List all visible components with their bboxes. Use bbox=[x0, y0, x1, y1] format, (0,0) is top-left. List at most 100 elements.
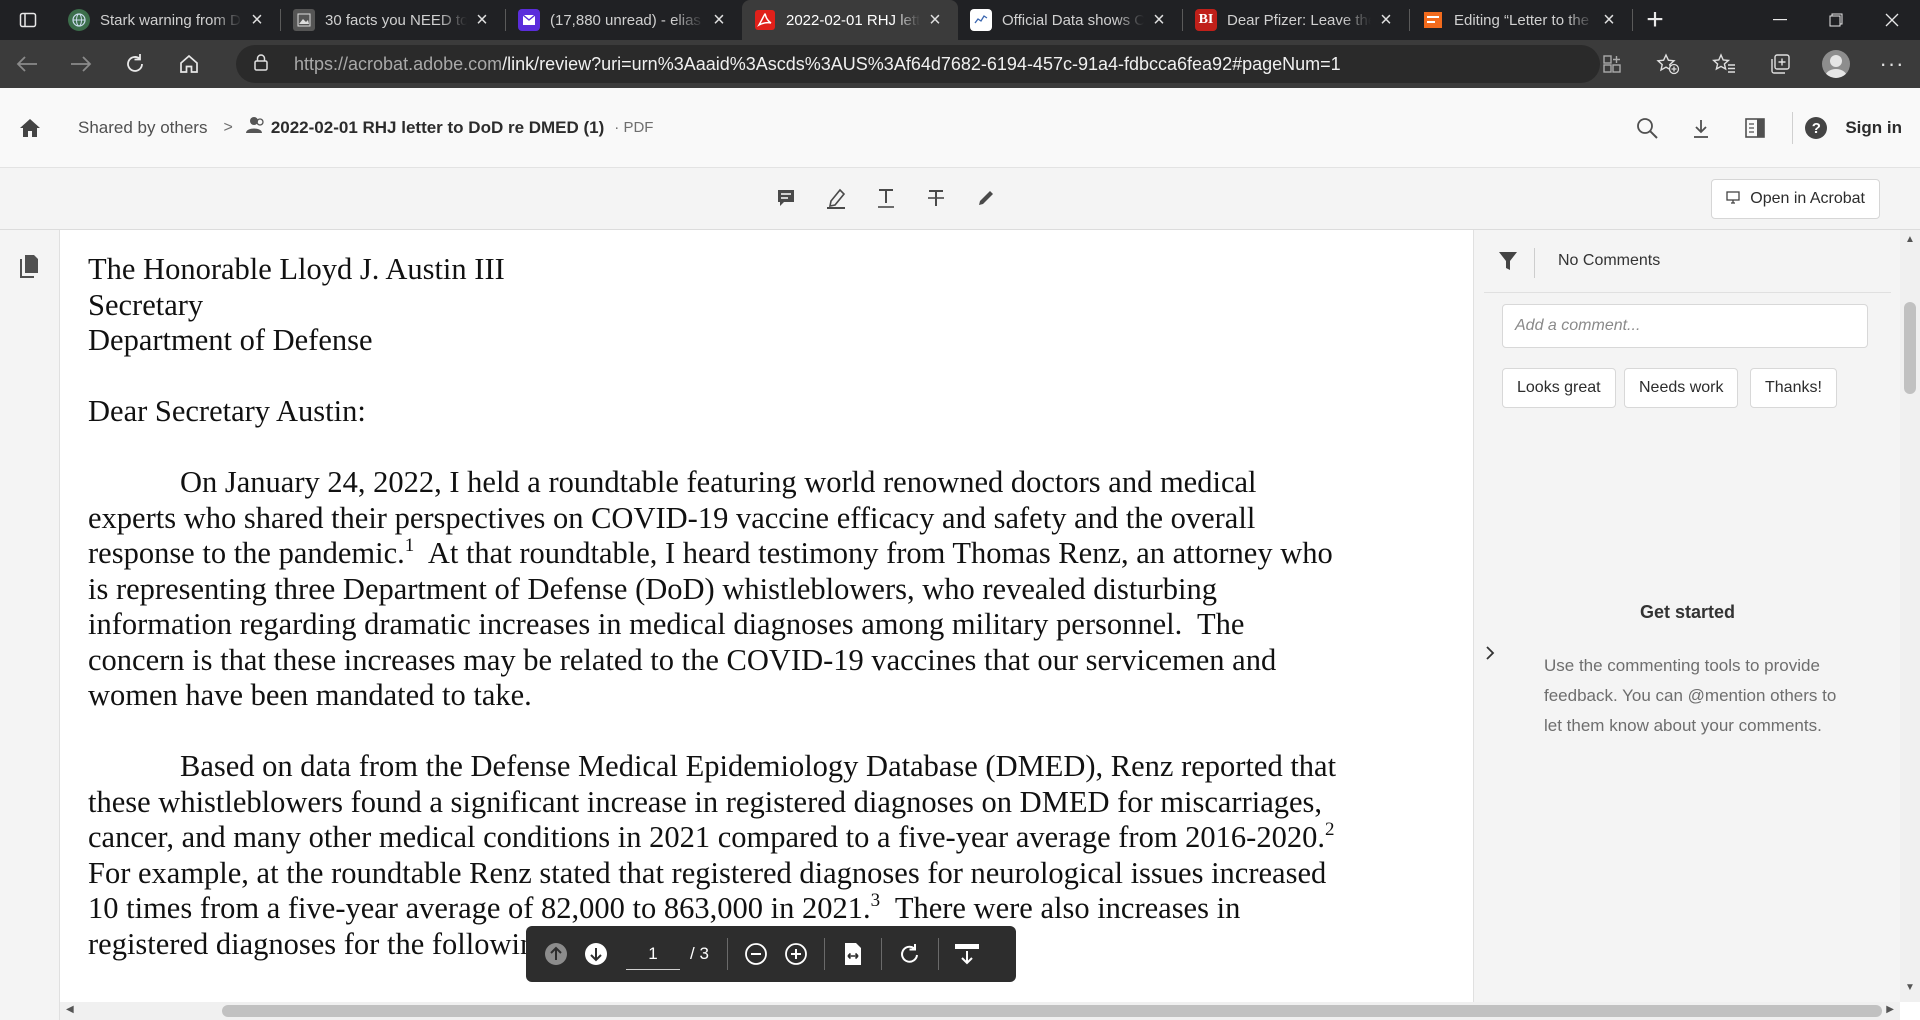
forward-arrow-icon[interactable] bbox=[54, 40, 108, 88]
browser-tab[interactable]: BI Dear Pfizer: Leave the × bbox=[1183, 0, 1409, 40]
panel-separator bbox=[1484, 292, 1891, 293]
header-actions: ? Sign in bbox=[1622, 88, 1902, 168]
breadcrumb-shared-by-others[interactable]: Shared by others bbox=[78, 118, 207, 138]
quick-reply-needs-work[interactable]: Needs work bbox=[1624, 368, 1739, 408]
help-icon[interactable]: ? bbox=[1805, 117, 1828, 139]
acrobat-icon bbox=[754, 9, 776, 31]
horizontal-scrollbar[interactable]: ◀ ▶ bbox=[60, 1002, 1900, 1020]
mail-icon bbox=[518, 9, 540, 31]
favorites-icon[interactable] bbox=[1696, 53, 1752, 75]
image-icon bbox=[293, 9, 315, 31]
quick-reply-thanks[interactable]: Thanks! bbox=[1750, 368, 1837, 408]
annotation-tools bbox=[770, 182, 1002, 214]
highlight-icon[interactable] bbox=[820, 182, 852, 214]
close-tab-icon[interactable]: × bbox=[924, 9, 946, 32]
home-icon[interactable] bbox=[162, 40, 216, 88]
chart-icon bbox=[970, 9, 992, 31]
zoom-out-icon[interactable] bbox=[736, 934, 776, 974]
browser-toolbar-right: ··· bbox=[1584, 40, 1920, 88]
sign-in-link[interactable]: Sign in bbox=[1845, 118, 1902, 138]
close-tab-icon[interactable]: × bbox=[1375, 9, 1397, 32]
page-thumbnails-icon[interactable] bbox=[18, 254, 40, 283]
scroll-down-arrow-icon[interactable]: ▼ bbox=[1905, 982, 1915, 993]
browser-tab[interactable]: 30 facts you NEED to k × bbox=[281, 0, 505, 40]
controls-divider bbox=[880, 938, 882, 970]
page-number-input[interactable]: 1 bbox=[626, 938, 680, 970]
close-tab-icon[interactable]: × bbox=[708, 9, 730, 32]
panel-toggle-icon[interactable] bbox=[1730, 117, 1780, 139]
next-page-icon[interactable] bbox=[576, 934, 616, 974]
collections-icon[interactable] bbox=[1752, 53, 1808, 75]
tab-title: Official Data shows Ch bbox=[1002, 11, 1144, 29]
annotation-toolbar: Open in Acrobat bbox=[0, 168, 1920, 230]
browser-tab[interactable]: (17,880 unread) - elias × bbox=[506, 0, 742, 40]
page-total: / 3 bbox=[690, 944, 709, 963]
document-name: 2022-02-01 RHJ letter to DoD re DMED (1) bbox=[270, 117, 605, 137]
favorite-star-add-icon[interactable] bbox=[1640, 53, 1696, 75]
download-icon[interactable] bbox=[1676, 117, 1726, 139]
new-tab-button[interactable]: + bbox=[1633, 3, 1677, 37]
back-arrow-icon[interactable] bbox=[0, 40, 54, 88]
url-path: /link/review?uri=urn%3Aaaid%3Ascds%3AUS%… bbox=[502, 53, 1341, 74]
scrollbar-thumb[interactable] bbox=[222, 1005, 1882, 1017]
paragraph-1: On January 24, 2022, I held a roundtable… bbox=[88, 465, 1348, 714]
open-in-acrobat-button[interactable]: Open in Acrobat bbox=[1711, 179, 1880, 219]
scroll-right-arrow-icon[interactable]: ▶ bbox=[1886, 1004, 1894, 1015]
page-navigation-controls: 1 / 3 bbox=[526, 926, 1016, 982]
app-available-icon[interactable] bbox=[1584, 54, 1640, 74]
salutation: Dear Secretary Austin: bbox=[88, 394, 366, 428]
acrobat-home-icon[interactable] bbox=[0, 118, 60, 138]
quick-reply-looks-great[interactable]: Looks great bbox=[1502, 368, 1616, 408]
rotate-icon[interactable] bbox=[890, 934, 930, 974]
collapse-panel-chevron-icon[interactable] bbox=[1484, 642, 1496, 668]
controls-divider bbox=[726, 938, 728, 970]
comment-icon[interactable] bbox=[770, 182, 802, 214]
close-tab-icon[interactable]: × bbox=[471, 9, 493, 32]
url-field[interactable]: https://acrobat.adobe.com/link/review?ur… bbox=[236, 45, 1600, 83]
lock-icon[interactable] bbox=[254, 53, 278, 75]
tab-title: 30 facts you NEED to k bbox=[325, 11, 467, 29]
draw-pencil-icon[interactable] bbox=[970, 182, 1002, 214]
search-icon[interactable] bbox=[1622, 117, 1672, 139]
breadcrumb-separator: > bbox=[223, 118, 233, 136]
add-comment-input[interactable]: Add a comment... bbox=[1502, 304, 1868, 348]
tab-actions-icon[interactable] bbox=[0, 0, 56, 40]
browser-tab-active[interactable]: 2022-02-01 RHJ letter t × bbox=[742, 0, 958, 40]
document-viewer[interactable]: The Honorable Lloyd J. Austin III Secret… bbox=[60, 230, 1473, 1002]
close-tab-icon[interactable]: × bbox=[1598, 9, 1620, 32]
more-options-icon[interactable]: ··· bbox=[1864, 51, 1920, 77]
strikethrough-text-icon[interactable] bbox=[920, 182, 952, 214]
shared-user-icon bbox=[245, 116, 265, 139]
browser-tab[interactable]: Official Data shows Ch × bbox=[958, 0, 1182, 40]
get-started-title: Get started bbox=[1639, 602, 1736, 622]
vertical-scrollbar[interactable]: ▲ ▼ bbox=[1900, 230, 1920, 1002]
scroll-up-arrow-icon[interactable]: ▲ bbox=[1905, 234, 1915, 245]
profile-avatar[interactable] bbox=[1808, 50, 1864, 78]
restore-icon[interactable] bbox=[1808, 0, 1864, 40]
browser-tab-bar: Stark warning from Dr × 30 facts you NEE… bbox=[0, 0, 1920, 40]
close-window-icon[interactable] bbox=[1864, 0, 1920, 40]
url-text: https://acrobat.adobe.com/link/review?ur… bbox=[294, 54, 1341, 75]
filter-icon[interactable] bbox=[1498, 250, 1518, 277]
document-type: · PDF bbox=[614, 119, 654, 136]
address-line: Secretary bbox=[88, 287, 204, 322]
browser-tab[interactable]: Editing “Letter to the S × bbox=[1410, 0, 1632, 40]
address-line: Department of Defense bbox=[88, 323, 373, 357]
close-tab-icon[interactable]: × bbox=[1148, 9, 1170, 32]
browser-tab[interactable]: Stark warning from Dr × bbox=[56, 0, 280, 40]
scroll-left-arrow-icon[interactable]: ◀ bbox=[66, 1004, 74, 1015]
tab-title: Stark warning from Dr bbox=[100, 11, 242, 29]
header-divider bbox=[1792, 112, 1794, 144]
underline-text-icon[interactable] bbox=[870, 182, 902, 214]
refresh-icon[interactable] bbox=[108, 40, 162, 88]
acrobat-header: Shared by others > 2022-02-01 RHJ letter… bbox=[0, 88, 1920, 168]
zoom-in-icon[interactable] bbox=[776, 934, 816, 974]
close-tab-icon[interactable]: × bbox=[246, 9, 268, 32]
minimize-icon[interactable] bbox=[1752, 0, 1808, 40]
fit-width-icon[interactable] bbox=[833, 934, 873, 974]
previous-page-icon[interactable] bbox=[536, 934, 576, 974]
scroll-mode-icon[interactable] bbox=[947, 934, 987, 974]
scrollbar-thumb[interactable] bbox=[1904, 302, 1916, 394]
get-started-text: Use the commenting tools to provide feed… bbox=[1544, 656, 1837, 735]
paragraph-text: Based on data from the Defense Medical E… bbox=[88, 749, 1337, 854]
